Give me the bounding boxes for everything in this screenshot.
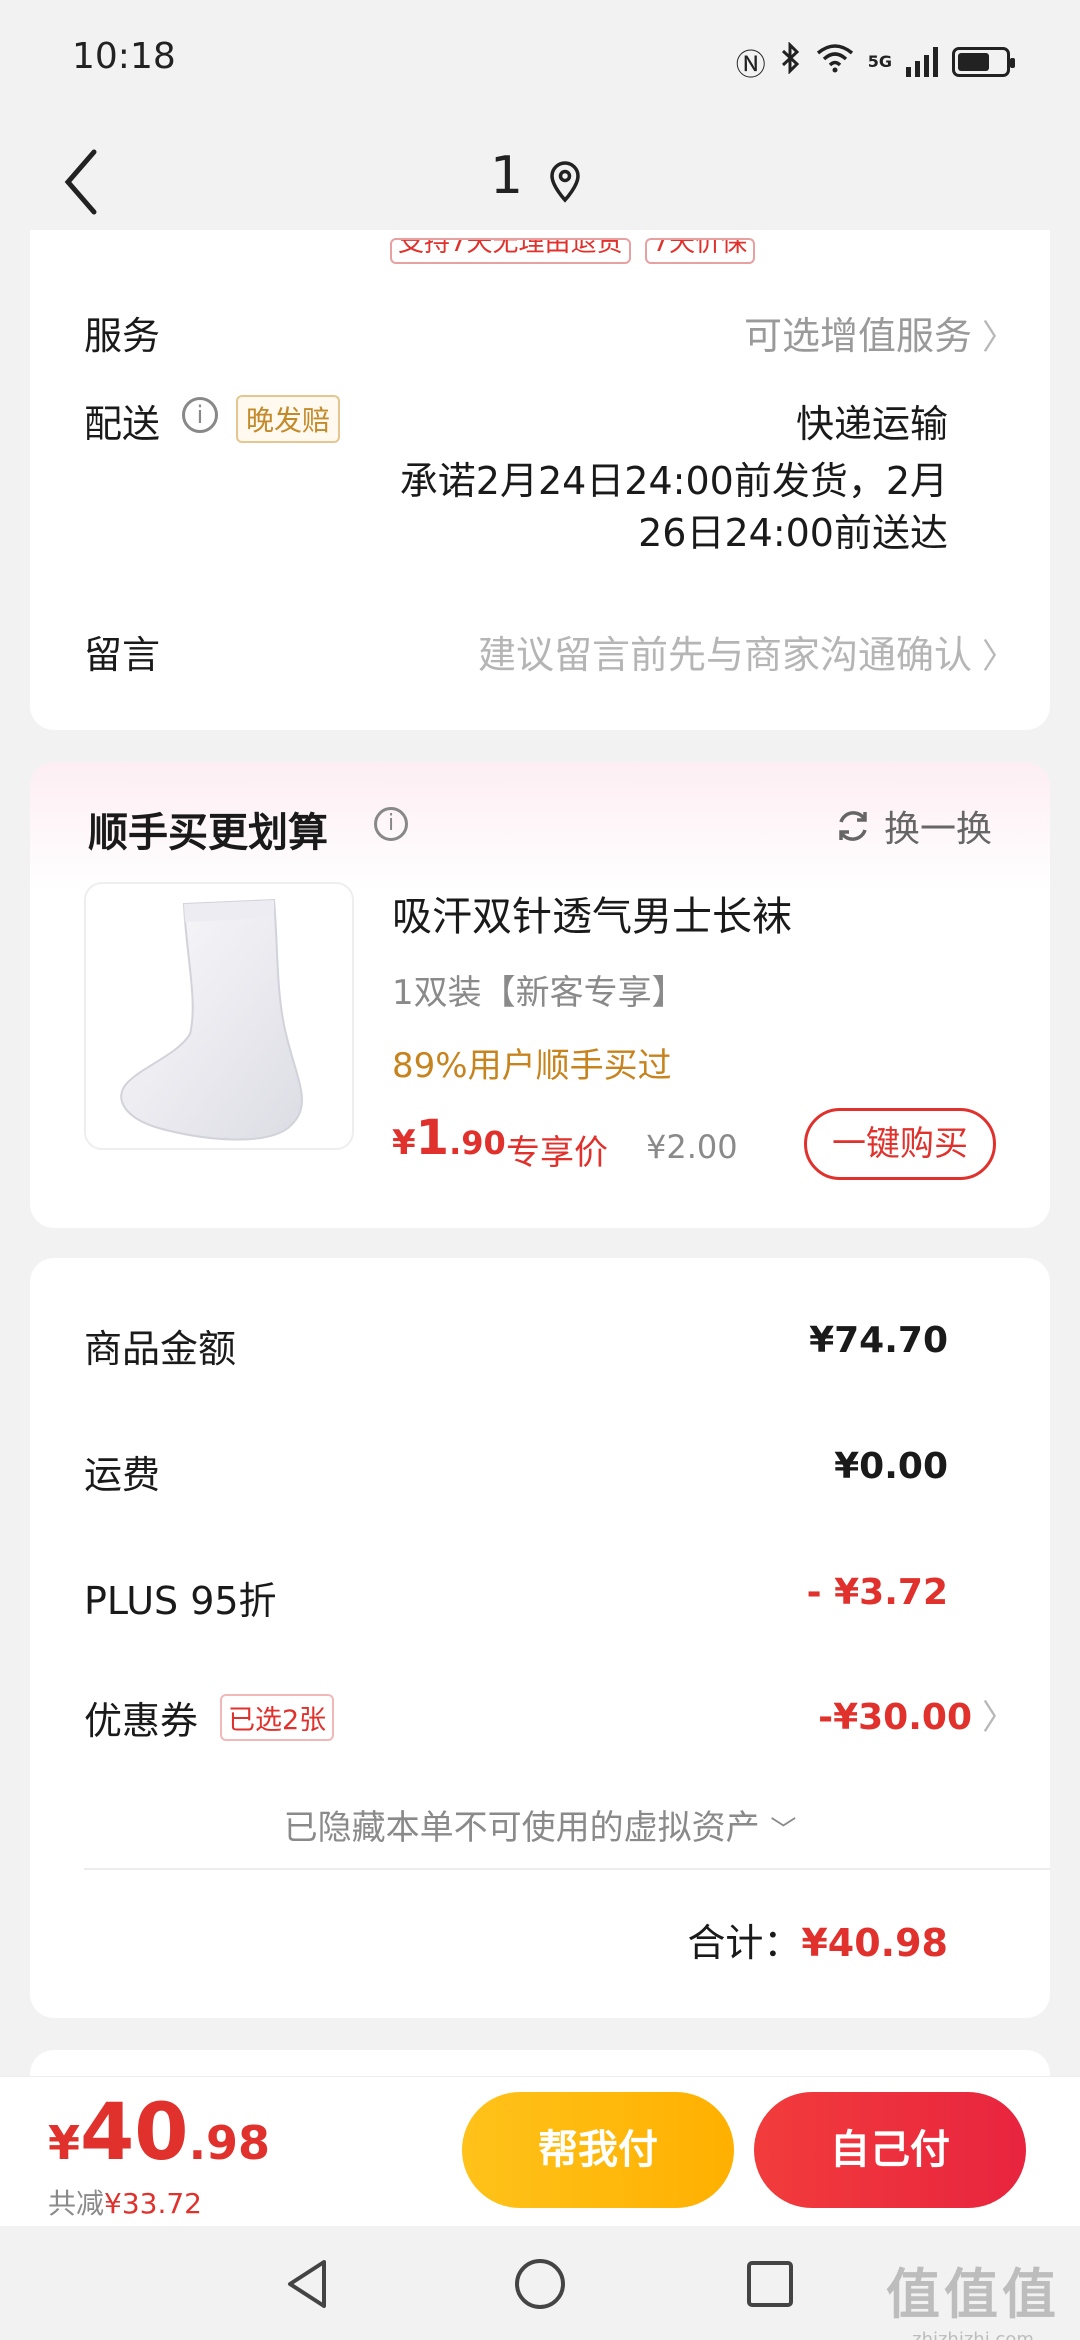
refresh-icon xyxy=(839,811,867,841)
chevron-right-icon: 〉 xyxy=(982,318,1016,358)
back-arrow-icon xyxy=(64,149,97,215)
saved-amount: 共减¥33.72 xyxy=(48,2187,202,2220)
service-badge: 7天价保 xyxy=(644,238,756,264)
info-icon[interactable]: i xyxy=(374,807,408,841)
wifi-icon xyxy=(816,43,854,81)
shipping-method: 快递运输 xyxy=(795,402,948,446)
sock-image xyxy=(120,898,303,1141)
message-placeholder: 建议留言前先与商家沟通确认 xyxy=(477,633,972,677)
total-value: ¥40.98 xyxy=(801,1921,948,1965)
product-image[interactable] xyxy=(84,882,354,1150)
status-icons: Ⓝ 5G xyxy=(735,40,1015,84)
coupon-value: -¥30.00 xyxy=(818,1697,972,1738)
goods-amount-value: ¥74.70 xyxy=(809,1320,948,1361)
total-label: 合计： xyxy=(687,1921,802,1965)
coupon-label: 优惠券 xyxy=(84,1699,199,1743)
status-time: 10:18 xyxy=(72,36,176,77)
divider xyxy=(84,1868,1050,1870)
service-badge: 支持7天无理由退货 xyxy=(390,238,631,264)
network-type: 5G xyxy=(867,52,892,71)
product-buy-rate: 89%用户顺手买过 xyxy=(392,1046,672,1086)
product-spec: 1双装【新客专享】 xyxy=(392,973,686,1013)
one-click-buy-button[interactable]: 一键购买 xyxy=(804,1108,996,1180)
message-label: 留言 xyxy=(84,633,161,677)
nfc-icon: Ⓝ xyxy=(735,48,766,83)
message-input[interactable]: 建议留言前先与商家沟通确认〉 xyxy=(478,624,1016,679)
chevron-right-icon: 〉 xyxy=(982,1698,1016,1738)
coupon-selector[interactable]: -¥30.00 〉 xyxy=(818,1690,1016,1739)
pay-amount: ¥40.98 xyxy=(48,2088,271,2178)
battery-icon xyxy=(952,47,1015,77)
location-icon[interactable] xyxy=(548,160,582,204)
bluetooth-icon xyxy=(780,41,802,82)
delivery-promise-line2: 26日24:00前送达 xyxy=(638,511,948,555)
original-price: ¥2.00 xyxy=(646,1128,738,1166)
signal-icon xyxy=(906,47,938,77)
coupon-selected-tag: 已选2张 xyxy=(220,1694,335,1741)
shipping-label: 配送 xyxy=(84,402,161,446)
plus-discount-value: - ¥3.72 xyxy=(806,1572,948,1613)
chevron-down-icon: ﹀ xyxy=(770,1816,797,1846)
shipping-fee-label: 运费 xyxy=(84,1453,161,1497)
shipping-fee-value: ¥0.00 xyxy=(834,1446,948,1487)
refresh-label: 换一换 xyxy=(883,809,992,850)
product-name[interactable]: 吸汗双针透气男士长袜 xyxy=(392,884,792,942)
help-me-pay-button[interactable]: 帮我付 xyxy=(462,2092,734,2208)
total-row: 合计：¥40.98 xyxy=(687,1912,948,1967)
status-bar: 10:18 Ⓝ 5G xyxy=(0,0,1080,120)
exclusive-price-label: 专享价 xyxy=(506,1133,608,1173)
service-label: 服务 xyxy=(84,314,161,358)
service-selector[interactable]: 可选增值服务〉 xyxy=(744,305,1016,360)
back-triangle-icon[interactable] xyxy=(276,2252,340,2316)
service-badges: 支持7天无理由退货 7天价保 xyxy=(390,238,756,264)
late-shipping-tag: 晚发赔 xyxy=(236,395,341,443)
addon-title: 顺手买更划算 xyxy=(88,810,328,856)
hidden-assets-text: 已隐藏本单不可使用的虚拟资产 xyxy=(283,1808,760,1848)
hidden-assets-toggle[interactable]: 已隐藏本单不可使用的虚拟资产 ﹀ xyxy=(0,1800,1080,1849)
page-title: 1 xyxy=(490,146,524,206)
goods-amount-label: 商品金额 xyxy=(84,1327,237,1371)
home-circle-icon[interactable] xyxy=(508,2252,572,2316)
pay-myself-button[interactable]: 自己付 xyxy=(754,2092,1026,2208)
chevron-right-icon: 〉 xyxy=(982,637,1016,677)
back-button[interactable] xyxy=(56,142,116,222)
service-value: 可选增值服务 xyxy=(743,314,972,358)
recents-square-icon[interactable] xyxy=(738,2252,802,2316)
refresh-button[interactable]: 换一换 xyxy=(834,800,992,852)
product-price: ¥1.90 xyxy=(392,1110,506,1166)
plus-discount-label: PLUS 95折 xyxy=(84,1579,277,1623)
watermark: 值值值 zhizhizhi.com xyxy=(886,2263,1060,2340)
info-icon[interactable]: i xyxy=(182,397,218,433)
delivery-promise-line1: 承诺2月24日24:00前发货，2月 xyxy=(399,459,948,503)
